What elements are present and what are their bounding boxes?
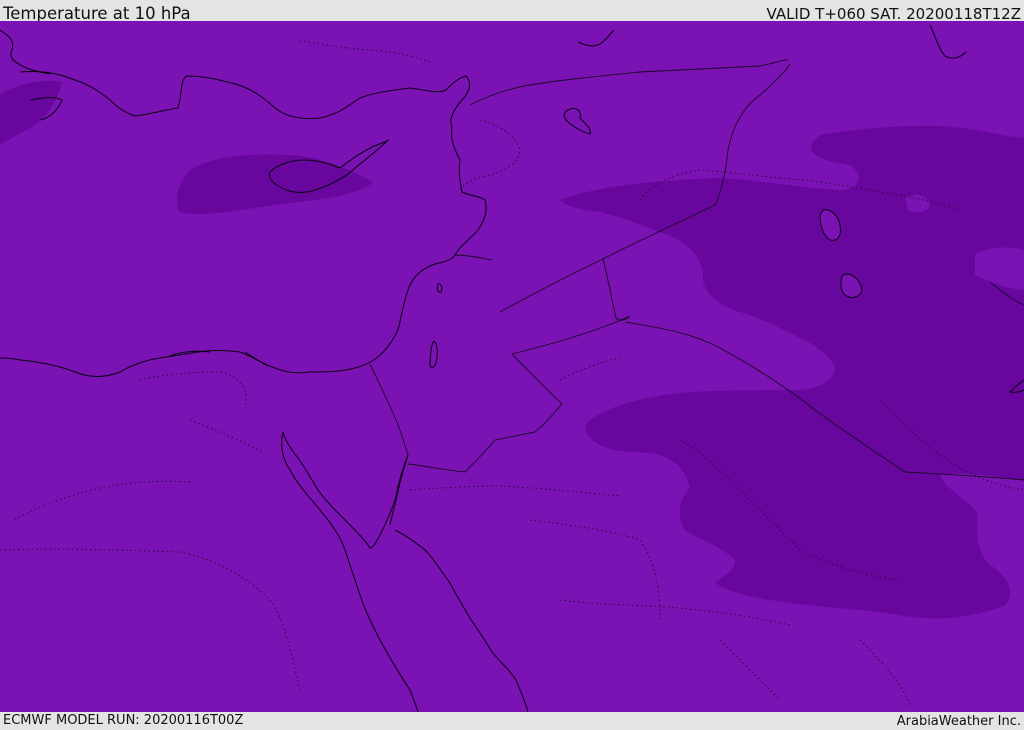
- temperature-map[interactable]: [0, 21, 1024, 712]
- lake-galilee: [436, 283, 443, 293]
- model-run-label: ECMWF MODEL RUN: 20200116T00Z: [3, 713, 244, 728]
- footer-bar: ECMWF MODEL RUN: 20200116T00Z ArabiaWeat…: [0, 712, 1024, 729]
- credit-label: ArabiaWeather Inc.: [896, 714, 1021, 729]
- header-bar: Temperature at 10 hPa VALID T+060 SAT. 2…: [0, 0, 1024, 23]
